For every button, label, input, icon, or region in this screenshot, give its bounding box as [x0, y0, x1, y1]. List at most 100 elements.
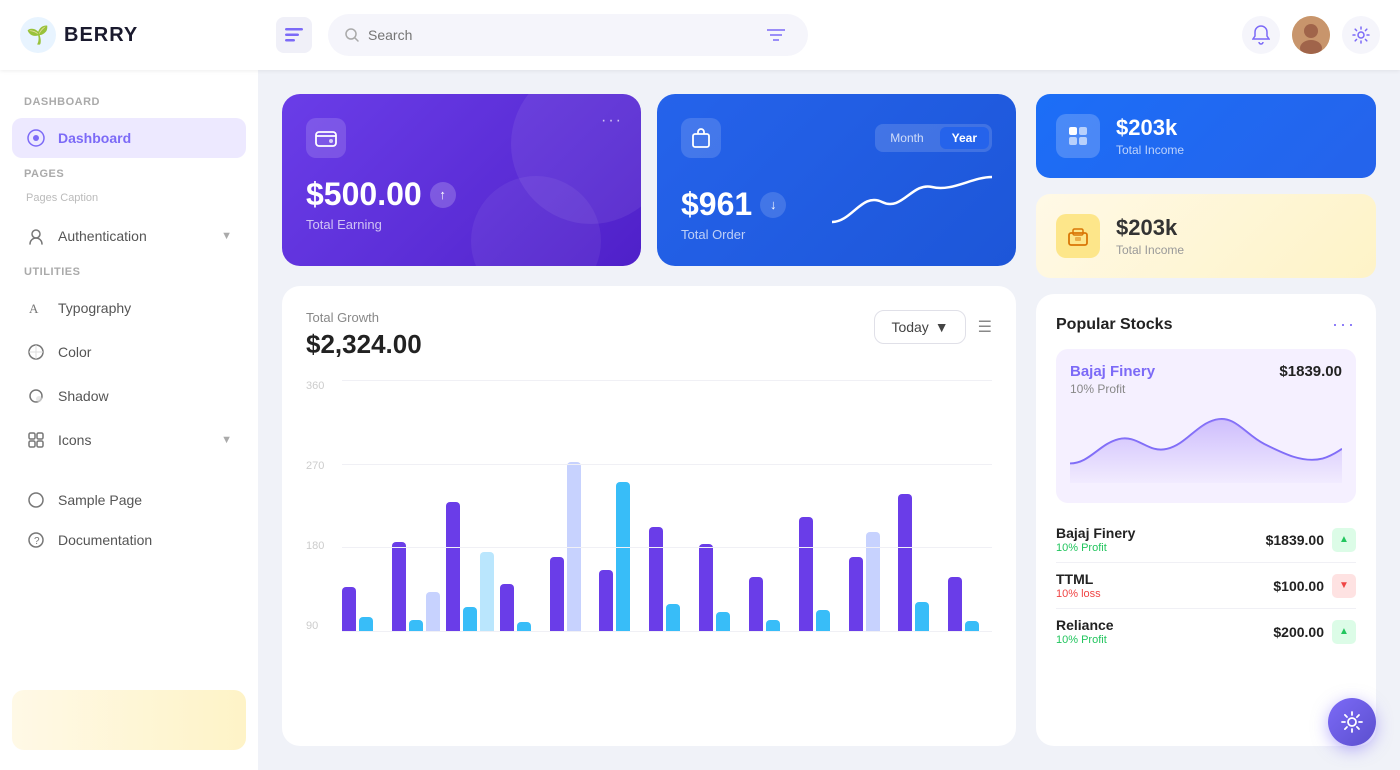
sidebar-section-utilities: Utilities [12, 260, 246, 284]
order-card-icon-box [681, 118, 721, 158]
chart-menu-icon[interactable]: ☰ [978, 317, 992, 337]
earning-amount: $500.00 ↑ [306, 176, 617, 213]
sidebar-documentation-label: Documentation [58, 532, 152, 548]
bar-purple-7 [649, 527, 663, 632]
dropdown-arrow-icon: ▼ [935, 319, 949, 335]
sidebar-item-dashboard[interactable]: Dashboard [12, 118, 246, 158]
svg-text:A: A [29, 301, 39, 316]
order-card: Month Year $961 ↓ Total Order [657, 94, 1016, 266]
sidebar-item-authentication[interactable]: Authentication ▼ [12, 216, 246, 256]
bar-cyan-8 [716, 612, 730, 632]
bar-purple-6 [599, 570, 613, 632]
stock-row-3-right: $200.00 ▲ [1273, 620, 1356, 644]
grid-icon [1067, 125, 1089, 147]
bar-group-3 [446, 502, 494, 632]
stock-row-2-sub: 10% loss [1056, 588, 1101, 600]
logo-area: 🌱 BERRY [20, 17, 260, 53]
bar-group-13 [948, 577, 992, 632]
stock-row-1-trend: ▲ [1332, 528, 1356, 552]
bar-group-11 [849, 532, 893, 632]
sidebar-item-icons[interactable]: Icons ▼ [12, 420, 246, 460]
bar-group-12 [898, 494, 942, 632]
fab-button[interactable] [1328, 698, 1376, 746]
sidebar-promo [12, 690, 246, 750]
content-area: ··· $500.00 ↑ Total Earning [258, 70, 1400, 770]
featured-stock-name: Bajaj Finery [1070, 363, 1155, 380]
notification-button[interactable] [1242, 16, 1280, 54]
bar-light-5 [567, 462, 581, 632]
fab-gear-icon [1341, 711, 1363, 733]
y-axis-labels: 360 270 180 90 [306, 380, 324, 640]
svg-text:?: ? [34, 536, 40, 547]
bar-group-9 [749, 577, 793, 632]
bar-group-2 [392, 542, 440, 632]
bar-cyan-6 [616, 482, 630, 632]
income1-amount: $203k [1116, 115, 1184, 141]
earning-card-more[interactable]: ··· [601, 112, 623, 130]
sidebar-item-color[interactable]: Color [12, 332, 246, 372]
bar-purple-13 [948, 577, 962, 632]
stocks-more-button[interactable]: ··· [1332, 314, 1356, 335]
stock-row-1-right: $1839.00 ▲ [1266, 528, 1356, 552]
content-right: $203k Total Income $203k Total Income [1036, 94, 1376, 746]
icons-expand-icon: ▼ [221, 434, 232, 446]
settings-button[interactable] [1342, 16, 1380, 54]
earning-card: ··· $500.00 ↑ Total Earning [282, 94, 641, 266]
income2-amount: $203k [1116, 215, 1184, 241]
avatar[interactable] [1292, 16, 1330, 54]
income1-label: Total Income [1116, 143, 1184, 157]
order-card-content: $961 ↓ Total Order [681, 168, 992, 242]
bag-icon [690, 127, 712, 149]
bar-purple-10 [799, 517, 813, 632]
bar-light-3 [480, 552, 494, 632]
stock-row-1-sub: 10% Profit [1056, 542, 1135, 554]
icons-icon [26, 430, 46, 450]
bar-cyan-2 [409, 620, 423, 632]
income-blue-info: $203k Total Income [1116, 115, 1184, 157]
sidebar-pages-caption: Pages Caption [12, 190, 246, 212]
menu-button[interactable] [276, 17, 312, 53]
bar-purple-2 [392, 542, 406, 632]
bar-group-7 [649, 527, 693, 632]
gear-icon [1352, 26, 1370, 44]
search-input[interactable] [368, 27, 752, 43]
bar-chart-area: 360 270 180 90 [306, 380, 992, 640]
today-button[interactable]: Today ▼ [874, 310, 965, 344]
sidebar-typography-label: Typography [58, 300, 131, 316]
sidebar-item-documentation[interactable]: ? Documentation [12, 520, 246, 560]
featured-stock: Bajaj Finery 10% Profit $1839.00 [1056, 349, 1356, 503]
chart-title-area: Total Growth $2,324.00 [306, 310, 422, 360]
bar-purple-8 [699, 544, 713, 632]
sidebar-section-pages: Pages [12, 162, 246, 186]
sidebar-section-dashboard: Dashboard [12, 90, 246, 114]
stock-row-3-info: Reliance 10% Profit [1056, 617, 1114, 646]
stock-row-2-info: TTML 10% loss [1056, 571, 1101, 600]
sidebar-sample-page-label: Sample Page [58, 492, 142, 508]
stock-row-3-sub: 10% Profit [1056, 634, 1114, 646]
order-label: Total Order [681, 227, 786, 242]
sidebar-icons-label: Icons [58, 432, 91, 448]
bar-purple-12 [898, 494, 912, 632]
dashboard-icon [26, 128, 46, 148]
bar-purple-11 [849, 557, 863, 632]
bar-group-4 [500, 584, 544, 632]
svg-text:🌱: 🌱 [27, 25, 49, 45]
featured-stock-chart [1070, 404, 1342, 484]
bar-cyan-4 [517, 622, 531, 632]
sidebar-item-shadow[interactable]: Shadow [12, 376, 246, 416]
color-icon [26, 342, 46, 362]
auth-icon [26, 226, 46, 246]
bar-cyan-10 [816, 610, 830, 632]
sidebar-item-typography[interactable]: A Typography [12, 288, 246, 328]
income-yellow-icon [1056, 214, 1100, 258]
sidebar-item-sample-page[interactable]: Sample Page [12, 480, 246, 520]
stock-row-3-name: Reliance [1056, 617, 1114, 633]
stocks-header: Popular Stocks ··· [1056, 314, 1356, 335]
tab-year[interactable]: Year [940, 127, 989, 149]
earning-trend-icon: ↑ [430, 182, 456, 208]
filter-button[interactable] [760, 19, 792, 51]
bar-group-8 [699, 544, 743, 632]
topbar: 🌱 BERRY [0, 0, 1400, 70]
chart-amount: $2,324.00 [306, 329, 422, 360]
tab-month[interactable]: Month [878, 127, 935, 149]
